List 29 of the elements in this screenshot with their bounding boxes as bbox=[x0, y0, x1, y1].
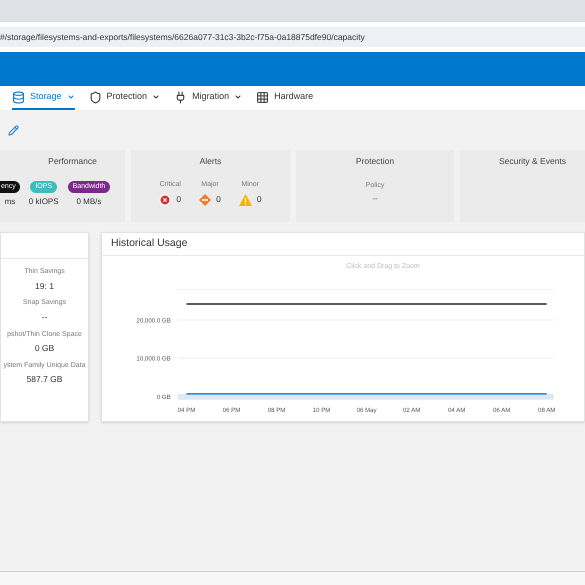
policy-value: -- bbox=[372, 193, 378, 206]
savings-value: 587.7 GB bbox=[26, 373, 62, 386]
nav-tab[interactable]: Hardware bbox=[256, 86, 314, 110]
plug-icon bbox=[174, 90, 188, 104]
card-title: Performance bbox=[47, 155, 97, 168]
error-icon bbox=[159, 194, 172, 206]
nav-tab[interactable]: Protection bbox=[88, 86, 160, 110]
nav-tab[interactable]: Storage bbox=[12, 86, 75, 110]
shield-icon bbox=[88, 90, 102, 104]
warning-diamond-icon bbox=[199, 194, 212, 206]
nav-tab[interactable]: Migration bbox=[174, 86, 242, 110]
alert-count: 0 bbox=[256, 193, 262, 206]
alert-count: 0 bbox=[216, 193, 221, 206]
metric-value: 0 MB/s bbox=[76, 196, 102, 208]
database-icon bbox=[12, 90, 25, 104]
card-title: Security & Events bbox=[498, 155, 566, 168]
savings-value: 0 GB bbox=[34, 342, 54, 355]
card-title: Alerts bbox=[200, 155, 222, 168]
savings-value: 19: 1 bbox=[35, 280, 54, 292]
savings-value: -- bbox=[42, 310, 48, 324]
card-title: Historical Usage bbox=[111, 236, 188, 252]
warning-icon bbox=[238, 194, 252, 206]
grid-icon bbox=[256, 90, 270, 104]
metric-value: 0 kIOPS bbox=[28, 196, 59, 208]
card-title: Protection bbox=[356, 155, 394, 168]
metric-value: ms bbox=[4, 196, 16, 208]
edit-icon[interactable] bbox=[8, 124, 19, 136]
alert-count: 0 bbox=[176, 193, 182, 206]
address-bar[interactable]: #/storage/filesystems-and-exports/filesystems/6626a077-31c3-3b2c-f75a-0a18875dfe90/capacity bbox=[0, 27, 585, 47]
